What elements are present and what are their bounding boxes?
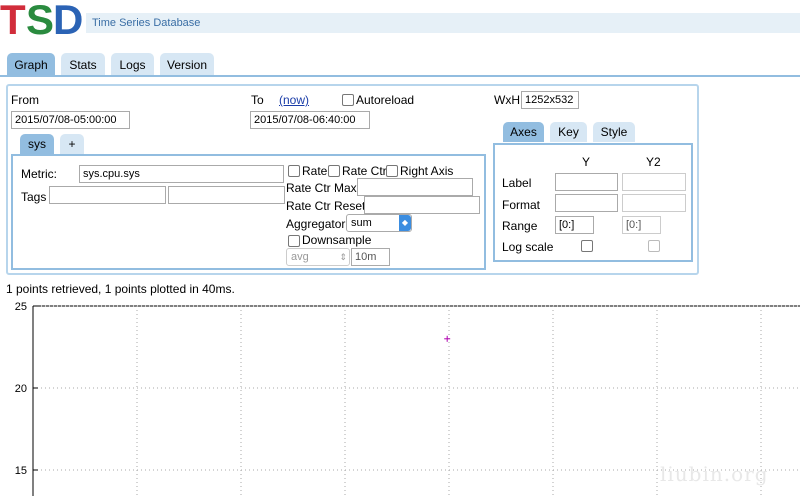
- column-y2-header: Y2: [646, 155, 661, 169]
- tag-value-input[interactable]: [168, 186, 285, 204]
- y-tick-label: 15: [15, 465, 27, 477]
- rate-ctr-reset-label: Rate Ctr Reset:: [286, 199, 369, 213]
- now-link[interactable]: (now): [279, 93, 309, 107]
- tab-axes[interactable]: Axes: [503, 122, 544, 142]
- status-message: 1 points retrieved, 1 points plotted in …: [6, 282, 235, 296]
- aggregator-label: Aggregator:: [286, 217, 349, 231]
- rate-label: Rate: [302, 164, 328, 178]
- chevron-updown-icon: ⇕: [339, 252, 347, 262]
- rate-ctr-reset-input[interactable]: [364, 196, 480, 214]
- logo-letter-s: S: [26, 0, 55, 43]
- logscale-row-label: Log scale: [502, 240, 554, 254]
- rate-ctr-checkbox[interactable]: [328, 165, 340, 177]
- tab-version[interactable]: Version: [160, 53, 214, 75]
- to-input[interactable]: 2015/07/08-06:40:00: [250, 111, 370, 129]
- y-format-input[interactable]: [555, 194, 618, 212]
- tag-key-input[interactable]: [49, 186, 166, 204]
- from-label: From: [11, 93, 39, 107]
- wxh-input[interactable]: 1252x532: [521, 91, 579, 109]
- y-range-input[interactable]: [0:]: [555, 216, 594, 234]
- downsample-func-select[interactable]: avg ⇕: [286, 248, 350, 266]
- tab-logs[interactable]: Logs: [111, 53, 154, 75]
- tab-style[interactable]: Style: [593, 122, 635, 142]
- y2-range-input[interactable]: [0:]: [622, 216, 661, 234]
- chevron-updown-icon: ◆: [399, 215, 411, 231]
- y2-label-input[interactable]: [622, 173, 686, 191]
- downsample-func-value: avg: [291, 251, 309, 263]
- y-logscale-checkbox[interactable]: [581, 240, 593, 252]
- rate-ctr-max-input[interactable]: [357, 178, 473, 196]
- downsample-interval-input[interactable]: 10m: [351, 248, 390, 266]
- right-axis-label: Right Axis: [400, 164, 454, 178]
- metric-input[interactable]: sys.cpu.sys: [79, 165, 284, 183]
- metric-label: Metric:: [21, 167, 57, 181]
- add-metric-tab[interactable]: +: [60, 134, 84, 154]
- tab-stats[interactable]: Stats: [61, 53, 105, 75]
- tags-label: Tags: [21, 190, 47, 204]
- y2-format-input[interactable]: [622, 194, 686, 212]
- autoreload-label: Autoreload: [356, 93, 415, 107]
- aggregator-select[interactable]: sum ◆: [346, 214, 412, 232]
- aggregator-value: sum: [351, 217, 372, 229]
- downsample-label: Downsample: [302, 233, 372, 247]
- metric-tab-sys[interactable]: sys: [20, 134, 54, 154]
- logo-letter-t: T: [0, 0, 26, 43]
- tab-graph[interactable]: Graph: [7, 53, 55, 75]
- y-tick-label: 25: [15, 301, 27, 313]
- rate-ctr-label: Rate Ctr: [342, 164, 387, 178]
- column-y-header: Y: [582, 155, 591, 169]
- tsd-logo: T S D: [0, 0, 85, 44]
- app-subtitle: Time Series Database: [86, 13, 800, 33]
- tab-strip-divider: [0, 75, 800, 77]
- y2-logscale-checkbox[interactable]: [648, 240, 660, 252]
- downsample-checkbox[interactable]: [288, 235, 300, 247]
- rate-checkbox[interactable]: [288, 165, 300, 177]
- format-row-label: Format: [502, 198, 541, 212]
- from-input[interactable]: 2015/07/08-05:00:00: [11, 111, 130, 129]
- rate-ctr-max-label: Rate Ctr Max:: [286, 181, 361, 195]
- y-label-input[interactable]: [555, 173, 618, 191]
- data-point: [444, 335, 451, 342]
- logo-letter-d: D: [53, 0, 84, 43]
- range-row-label: Range: [502, 219, 538, 233]
- wxh-label: WxH:: [494, 93, 524, 107]
- label-row-label: Label: [502, 176, 532, 190]
- y-tick-label: 20: [15, 383, 27, 395]
- right-axis-checkbox[interactable]: [386, 165, 398, 177]
- watermark: liubin.org: [660, 462, 769, 486]
- tab-key[interactable]: Key: [550, 122, 587, 142]
- autoreload-checkbox[interactable]: [342, 94, 354, 106]
- to-label: To: [251, 93, 264, 107]
